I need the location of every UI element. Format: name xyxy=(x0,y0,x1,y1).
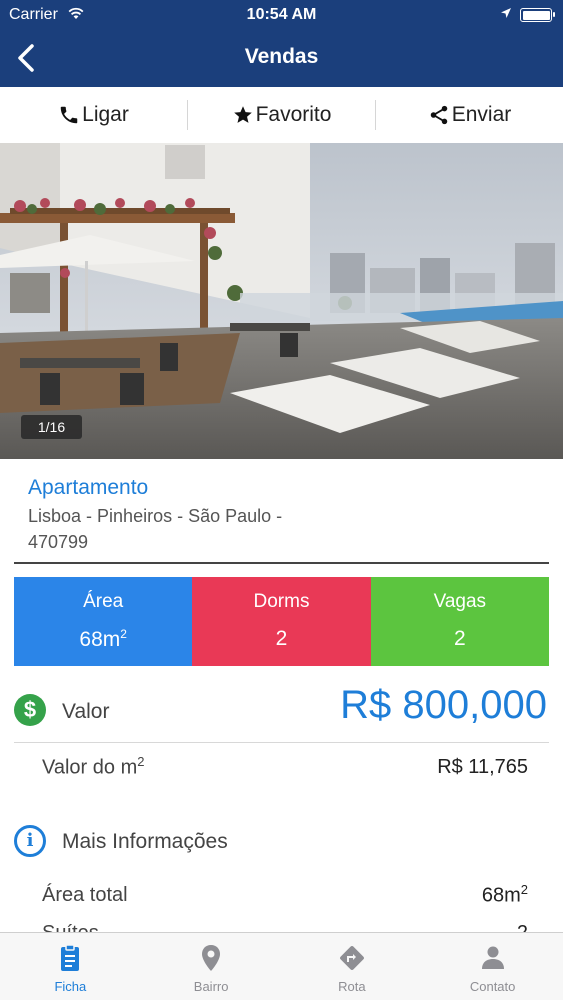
area-tile-label: Área xyxy=(83,591,124,612)
dorms-tile: Dorms 2 xyxy=(192,577,371,666)
price-per-m2-value: R$ 11,765 xyxy=(437,756,528,778)
call-button[interactable]: Ligar xyxy=(0,87,187,143)
summary-tiles: Área 68m2 Dorms 2 Vagas 2 xyxy=(14,577,549,666)
price-per-m2-label: Valor do m2 xyxy=(42,754,145,779)
status-bar: Carrier 10:54 AM xyxy=(0,0,563,30)
total-area-value: 68m2 xyxy=(481,882,528,907)
gallery-counter: 1/16 xyxy=(21,415,82,439)
tab-ficha-label: Ficha xyxy=(54,979,87,994)
tab-contato[interactable]: Contato xyxy=(422,933,563,1000)
property-type: Apartamento xyxy=(28,476,149,499)
star-icon xyxy=(233,106,252,123)
nav-bar: Vendas xyxy=(0,30,563,87)
clock: 10:54 AM xyxy=(246,6,317,23)
tab-bairro[interactable]: Bairro xyxy=(141,933,282,1000)
price-label: Valor xyxy=(62,700,110,723)
more-info-title: Mais Informações xyxy=(62,830,228,853)
dollar-icon: $ xyxy=(14,694,46,726)
favorite-button[interactable]: Favorito xyxy=(188,87,375,143)
map-pin-icon xyxy=(202,945,221,971)
tab-bar: Ficha Bairro Rota Contato xyxy=(0,932,563,1000)
property-address: Lisboa - Pinheiros - São Paulo - 470799 xyxy=(28,506,283,552)
tab-rota-label: Rota xyxy=(338,979,366,994)
share-label: Enviar xyxy=(451,103,512,126)
clipboard-icon xyxy=(61,944,80,971)
tab-bairro-label: Bairro xyxy=(193,979,229,994)
price-value: R$ 800,000 xyxy=(340,683,547,727)
rooftop-terrace-image xyxy=(0,143,563,459)
action-bar: Ligar Favorito Enviar xyxy=(0,87,563,143)
vagas-tile-label: Vagas xyxy=(433,591,487,612)
call-label: Ligar xyxy=(82,103,129,126)
tab-contato-label: Contato xyxy=(469,979,516,994)
divider xyxy=(14,562,549,564)
share-icon xyxy=(430,105,447,125)
divider xyxy=(14,742,549,743)
vagas-tile: Vagas 2 xyxy=(370,577,549,666)
property-photo[interactable] xyxy=(0,143,563,459)
dorms-tile-label: Dorms xyxy=(253,591,310,612)
battery-icon xyxy=(520,8,555,22)
person-icon xyxy=(481,946,504,969)
area-tile-value: 68m2 xyxy=(79,627,127,651)
info-icon: i xyxy=(14,825,46,857)
top-bar: Carrier 10:54 AM Vendas xyxy=(0,0,563,87)
page-title: Vendas xyxy=(244,45,319,68)
location-arrow-icon xyxy=(501,8,511,18)
total-area-label: Área total xyxy=(42,884,128,906)
tab-ficha[interactable]: Ficha xyxy=(0,933,141,1000)
tab-rota[interactable]: Rota xyxy=(282,933,423,1000)
phone-icon xyxy=(60,106,78,124)
dorms-tile-value: 2 xyxy=(275,627,288,650)
route-icon xyxy=(339,946,364,970)
vagas-tile-value: 2 xyxy=(453,627,466,650)
favorite-label: Favorito xyxy=(255,103,332,126)
share-button[interactable]: Enviar xyxy=(376,87,563,143)
area-tile: Área 68m2 xyxy=(14,577,193,666)
